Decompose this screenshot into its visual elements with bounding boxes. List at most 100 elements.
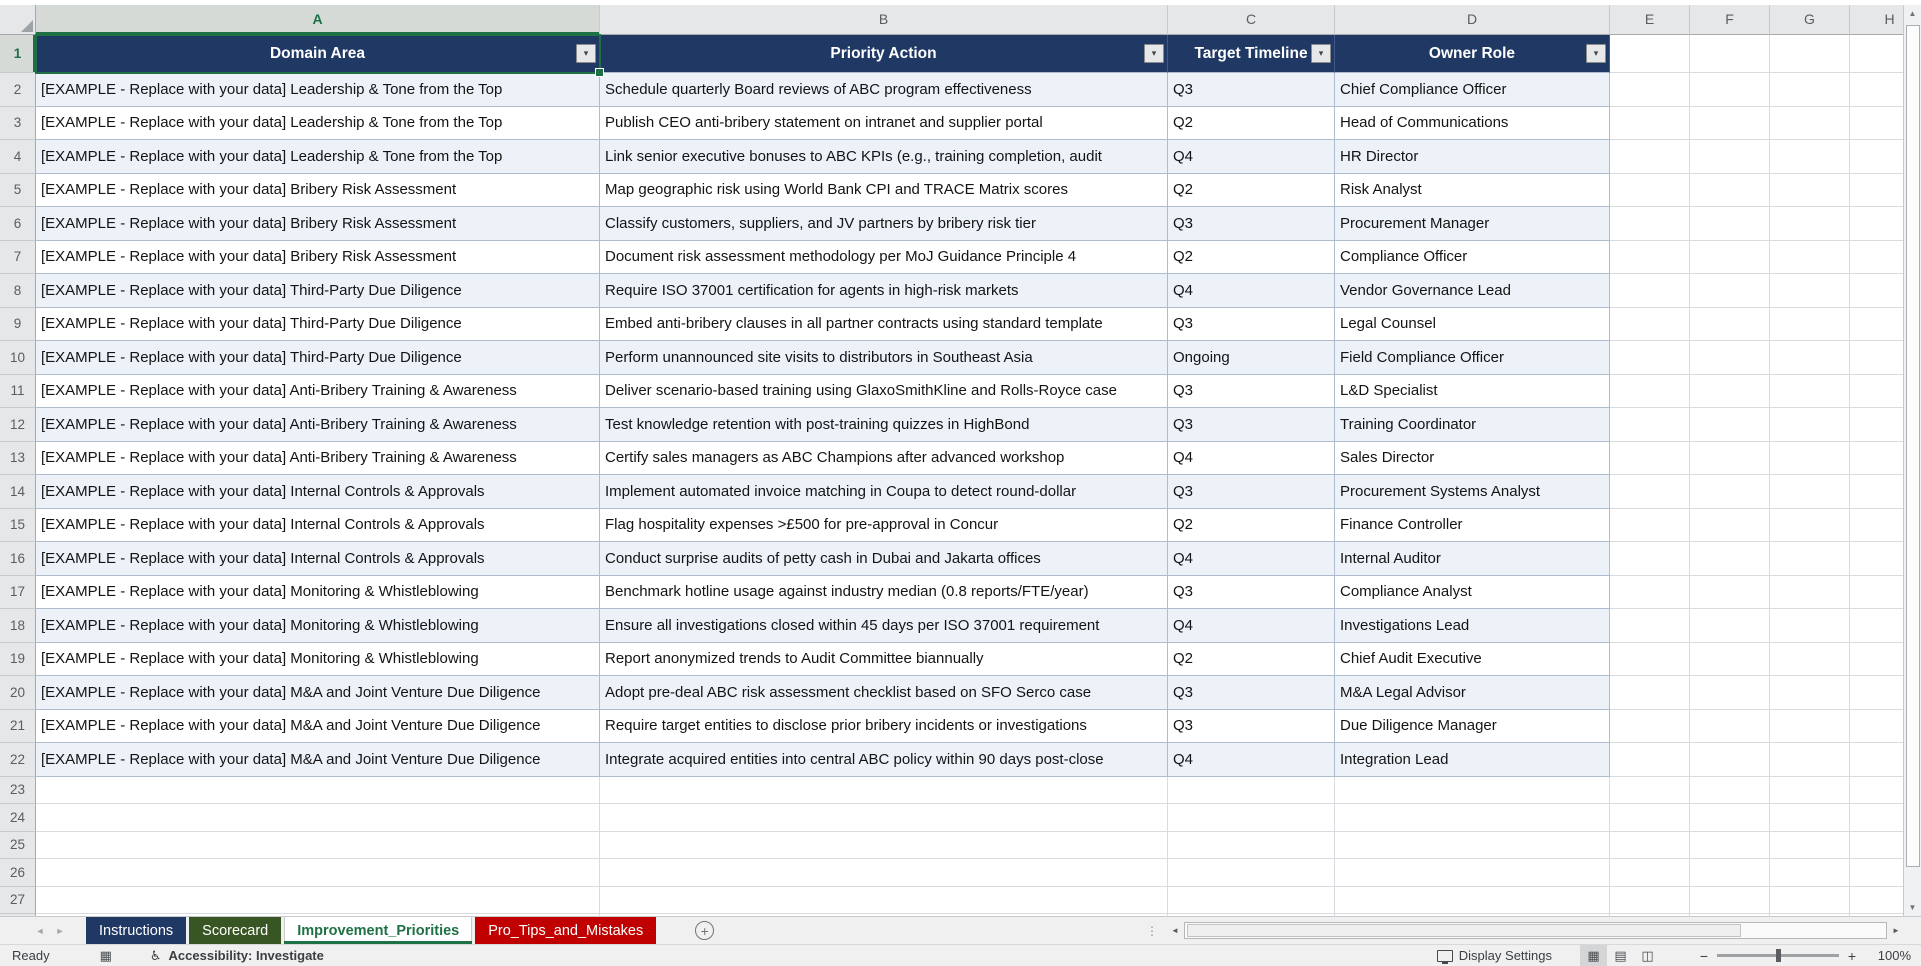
cell-E16[interactable] xyxy=(1610,542,1690,576)
row-header-24[interactable]: 24 xyxy=(0,804,36,832)
cell-F15[interactable] xyxy=(1690,509,1770,543)
cell-H8[interactable] xyxy=(1850,274,1903,308)
cell-A14[interactable]: [EXAMPLE - Replace with your data] Inter… xyxy=(36,475,600,509)
column-header-F[interactable]: F xyxy=(1690,5,1770,35)
cell-D22[interactable]: Integration Lead xyxy=(1335,743,1610,777)
cell-D5[interactable]: Risk Analyst xyxy=(1335,174,1610,208)
cell-F20[interactable] xyxy=(1690,676,1770,710)
cell-E9[interactable] xyxy=(1610,308,1690,342)
cell-H22[interactable] xyxy=(1850,743,1903,777)
cell-H11[interactable] xyxy=(1850,375,1903,409)
cell-C26[interactable] xyxy=(1168,859,1335,887)
cell-F5[interactable] xyxy=(1690,174,1770,208)
cell-A10[interactable]: [EXAMPLE - Replace with your data] Third… xyxy=(36,341,600,375)
row-header-25[interactable]: 25 xyxy=(0,832,36,860)
cell-F19[interactable] xyxy=(1690,643,1770,677)
cell-A24[interactable] xyxy=(36,804,600,832)
cell-A2[interactable]: [EXAMPLE - Replace with your data] Leade… xyxy=(36,73,600,107)
cell-B27[interactable] xyxy=(600,887,1168,915)
column-header-G[interactable]: G xyxy=(1770,5,1850,35)
row-header-13[interactable]: 13 xyxy=(0,442,36,476)
cell-H24[interactable] xyxy=(1850,804,1903,832)
cell-A3[interactable]: [EXAMPLE - Replace with your data] Leade… xyxy=(36,107,600,141)
cell-H27[interactable] xyxy=(1850,887,1903,915)
cell-A18[interactable]: [EXAMPLE - Replace with your data] Monit… xyxy=(36,609,600,643)
cell-A20[interactable]: [EXAMPLE - Replace with your data] M&A a… xyxy=(36,676,600,710)
cell-C8[interactable]: Q4 xyxy=(1168,274,1335,308)
cell-D9[interactable]: Legal Counsel xyxy=(1335,308,1610,342)
column-header-A[interactable]: A xyxy=(36,5,600,35)
scroll-right-icon[interactable]: ► xyxy=(1887,926,1905,935)
cell-G13[interactable] xyxy=(1770,442,1850,476)
cell-E18[interactable] xyxy=(1610,609,1690,643)
cell-G2[interactable] xyxy=(1770,73,1850,107)
cell-D18[interactable]: Investigations Lead xyxy=(1335,609,1610,643)
row-header-12[interactable]: 12 xyxy=(0,408,36,442)
row-header-8[interactable]: 8 xyxy=(0,274,36,308)
filter-dropdown-icon[interactable]: ▾ xyxy=(1586,44,1606,63)
scroll-down-icon[interactable]: ▼ xyxy=(1904,899,1921,916)
cell-D10[interactable]: Field Compliance Officer xyxy=(1335,341,1610,375)
display-settings-button[interactable]: Display Settings xyxy=(1437,948,1552,963)
cell-G3[interactable] xyxy=(1770,107,1850,141)
cell-D23[interactable] xyxy=(1335,777,1610,805)
cell-H7[interactable] xyxy=(1850,241,1903,275)
cell-E10[interactable] xyxy=(1610,341,1690,375)
zoom-level[interactable]: 100% xyxy=(1869,948,1911,963)
cell-B24[interactable] xyxy=(600,804,1168,832)
cell-B19[interactable]: Report anonymized trends to Audit Commit… xyxy=(600,643,1168,677)
cell-C3[interactable]: Q2 xyxy=(1168,107,1335,141)
cell-D13[interactable]: Sales Director xyxy=(1335,442,1610,476)
cell-F6[interactable] xyxy=(1690,207,1770,241)
cell-C9[interactable]: Q3 xyxy=(1168,308,1335,342)
vertical-scroll-track[interactable] xyxy=(1905,22,1921,899)
cell-C18[interactable]: Q4 xyxy=(1168,609,1335,643)
row-header-19[interactable]: 19 xyxy=(0,643,36,677)
row-header-18[interactable]: 18 xyxy=(0,609,36,643)
cell-H25[interactable] xyxy=(1850,832,1903,860)
cell-A8[interactable]: [EXAMPLE - Replace with your data] Third… xyxy=(36,274,600,308)
sheet-tab-scorecard[interactable]: Scorecard xyxy=(189,917,281,944)
cell-C16[interactable]: Q4 xyxy=(1168,542,1335,576)
cell-E11[interactable] xyxy=(1610,375,1690,409)
cell-A5[interactable]: [EXAMPLE - Replace with your data] Bribe… xyxy=(36,174,600,208)
view-page-layout-button[interactable]: ▤ xyxy=(1607,945,1634,966)
cell-B21[interactable]: Require target entities to disclose prio… xyxy=(600,710,1168,744)
cell-F24[interactable] xyxy=(1690,804,1770,832)
cell-C14[interactable]: Q3 xyxy=(1168,475,1335,509)
zoom-slider[interactable] xyxy=(1717,954,1839,957)
cell-G21[interactable] xyxy=(1770,710,1850,744)
cell-A19[interactable]: [EXAMPLE - Replace with your data] Monit… xyxy=(36,643,600,677)
cell-A13[interactable]: [EXAMPLE - Replace with your data] Anti-… xyxy=(36,442,600,476)
cell-H13[interactable] xyxy=(1850,442,1903,476)
cell-E6[interactable] xyxy=(1610,207,1690,241)
cell-B23[interactable] xyxy=(600,777,1168,805)
sheet-tab-pro_tips_and_mistakes[interactable]: Pro_Tips_and_Mistakes xyxy=(475,917,656,944)
cell-B7[interactable]: Document risk assessment methodology per… xyxy=(600,241,1168,275)
cell-G8[interactable] xyxy=(1770,274,1850,308)
cell-A26[interactable] xyxy=(36,859,600,887)
cell-E17[interactable] xyxy=(1610,576,1690,610)
cell-C7[interactable]: Q2 xyxy=(1168,241,1335,275)
cell-G19[interactable] xyxy=(1770,643,1850,677)
cell-H1[interactable] xyxy=(1850,35,1903,73)
cell-E26[interactable] xyxy=(1610,859,1690,887)
column-header-D[interactable]: D xyxy=(1335,5,1610,35)
cell-E3[interactable] xyxy=(1610,107,1690,141)
cell-H6[interactable] xyxy=(1850,207,1903,241)
header-cell-D1[interactable]: Owner Role▾ xyxy=(1335,35,1610,73)
cell-G5[interactable] xyxy=(1770,174,1850,208)
row-header-1[interactable]: 1 xyxy=(0,35,36,73)
cell-G26[interactable] xyxy=(1770,859,1850,887)
cell-B4[interactable]: Link senior executive bonuses to ABC KPI… xyxy=(600,140,1168,174)
scroll-up-icon[interactable]: ▲ xyxy=(1904,5,1921,22)
cell-E8[interactable] xyxy=(1610,274,1690,308)
cell-B9[interactable]: Embed anti-bribery clauses in all partne… xyxy=(600,308,1168,342)
cell-A27[interactable] xyxy=(36,887,600,915)
cell-A7[interactable]: [EXAMPLE - Replace with your data] Bribe… xyxy=(36,241,600,275)
cell-H3[interactable] xyxy=(1850,107,1903,141)
cell-D2[interactable]: Chief Compliance Officer xyxy=(1335,73,1610,107)
cell-D7[interactable]: Compliance Officer xyxy=(1335,241,1610,275)
cell-D26[interactable] xyxy=(1335,859,1610,887)
cell-D11[interactable]: L&D Specialist xyxy=(1335,375,1610,409)
